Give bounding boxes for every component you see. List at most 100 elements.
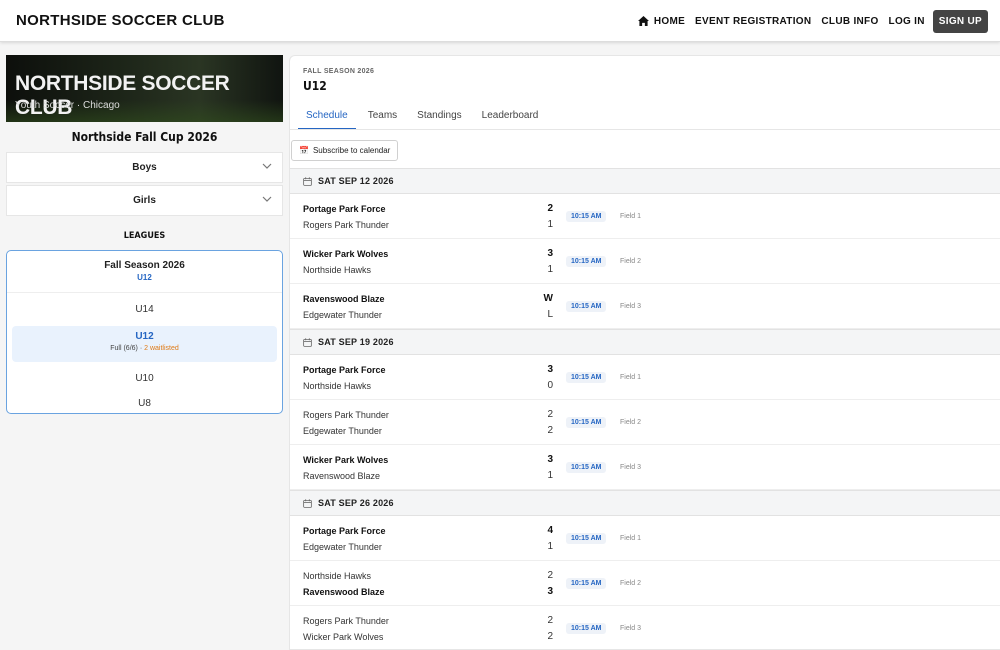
nav-club-info[interactable]: CLUB INFO (821, 16, 878, 27)
waitlist-count: 2 waitlisted (144, 345, 179, 352)
away-team: Northside Hawks (303, 381, 372, 391)
day-header: SAT SEP 19 2026 (290, 329, 1000, 355)
home-team: Portage Park Force (303, 365, 386, 375)
away-team: Edgewater Thunder (303, 426, 382, 436)
day-date: SAT SEP 26 2026 (318, 498, 394, 508)
home-score: 3 (547, 248, 553, 259)
tab-standings[interactable]: Standings (409, 104, 469, 130)
match-row[interactable]: Wicker Park Wolves Ravenswood Blaze 3 1 10:1… (290, 445, 1000, 490)
tab-teams[interactable]: Teams (360, 104, 405, 130)
page-title: U12 (303, 79, 327, 93)
tab-leaderboard[interactable]: Leaderboard (474, 104, 547, 130)
subscribe-calendar-button[interactable]: 📅 Subscribe to calendar (291, 140, 399, 161)
league-title: Fall Season 2026 (104, 260, 185, 271)
match-row[interactable]: Portage Park Force Northside Hawks 3 0 10:15… (290, 355, 1000, 400)
cup-title: Northside Fall Cup 2026 (71, 130, 218, 144)
league-item-u14[interactable]: U14 (7, 297, 282, 322)
tab-schedule[interactable]: Schedule (298, 104, 356, 130)
tab-bar: Schedule Teams Standings Leaderboard (298, 104, 550, 130)
home-team: Rogers Park Thunder (303, 410, 389, 420)
home-icon (637, 16, 649, 26)
away-team: Rogers Park Thunder (303, 220, 389, 230)
away-team: Edgewater Thunder (303, 310, 382, 320)
match-time-badge: 10:15 AM (566, 372, 607, 383)
chevron-down-icon (262, 163, 272, 169)
home-team: Portage Park Force (303, 526, 386, 536)
league-header: Fall Season 2026 U12 (7, 251, 282, 293)
match-row[interactable]: Wicker Park Wolves Northside Hawks 3 1 10:15… (290, 239, 1000, 284)
banner-subtitle: Youth Soccer · Chicago (15, 100, 120, 111)
field-label: Field 2 (620, 419, 642, 426)
match-time-badge: 10:15 AM (566, 462, 607, 473)
field-label: Field 2 (620, 258, 642, 265)
match-time-badge: 10:15 AM (566, 301, 607, 312)
match-row[interactable]: Ravenswood Blaze Edgewater Thunder W L 10:15… (290, 284, 1000, 329)
field-label: Field 3 (620, 303, 642, 310)
sidebar: NORTHSIDE SOCCER CLUB Youth Soccer · Chi… (6, 55, 283, 414)
brand-logo-text[interactable]: NORTHSIDE SOCCER CLUB (16, 12, 225, 29)
capacity-text: Full (6/6) (110, 345, 138, 352)
top-navbar: NORTHSIDE SOCCER CLUB HOME EVENT REGISTR… (0, 0, 1000, 42)
away-score: 1 (547, 541, 553, 552)
match-row[interactable]: Northside Hawks Ravenswood Blaze 2 3 10:15 A… (290, 561, 1000, 606)
leagues-heading: LEAGUES (123, 231, 166, 241)
division-accordion-boys[interactable]: Boys (6, 152, 283, 183)
away-score: 1 (547, 470, 553, 481)
match-time-badge: 10:15 AM (566, 211, 607, 222)
day-date: SAT SEP 12 2026 (318, 176, 394, 186)
league-selected-age: U12 (137, 273, 152, 282)
match-row[interactable]: Rogers Park Thunder Edgewater Thunder 2 2 10… (290, 400, 1000, 445)
tab-divider (290, 129, 1000, 130)
calendar-icon: 📅 (299, 146, 309, 155)
league-item-u12-active[interactable]: U12 Full (6/6) · 2 waitlisted (12, 326, 277, 362)
nav-event-registration[interactable]: EVENT REGISTRATION (695, 16, 811, 27)
away-score: 2 (547, 425, 553, 436)
home-score: 2 (547, 570, 553, 581)
home-score: 4 (547, 525, 553, 536)
field-label: Field 1 (620, 374, 642, 381)
day-date: SAT SEP 19 2026 (318, 337, 394, 347)
field-label: Field 1 (620, 535, 642, 542)
match-time-badge: 10:15 AM (566, 533, 607, 544)
league-selector: Fall Season 2026 U12 U14 U12 Full (6/6) … (6, 250, 283, 414)
nav-log-in[interactable]: LOG IN (889, 16, 925, 27)
sign-up-button[interactable]: SIGN UP (932, 9, 988, 33)
field-label: Field 3 (620, 464, 642, 471)
home-team: Rogers Park Thunder (303, 616, 389, 626)
division-label: Boys (132, 162, 157, 173)
home-team: Wicker Park Wolves (303, 249, 389, 259)
away-team: Ravenswood Blaze (303, 471, 381, 481)
away-score: 0 (547, 380, 553, 391)
club-banner: NORTHSIDE SOCCER CLUB Youth Soccer · Chi… (6, 55, 283, 122)
banner-title: NORTHSIDE SOCCER CLUB (15, 72, 230, 119)
schedule-list: SAT SEP 12 2026 Portage Park Force Rogers … (290, 168, 1000, 649)
home-score: W (543, 293, 553, 304)
home-score: 2 (547, 203, 553, 214)
away-team: Ravenswood Blaze (303, 587, 385, 597)
division-label: Girls (133, 195, 156, 206)
nav-home-label: HOME (653, 15, 686, 27)
away-score: 2 (547, 631, 553, 642)
match-row[interactable]: Portage Park Force Edgewater Thunder 4 1 10:… (290, 516, 1000, 561)
league-item-label: U12 (135, 331, 154, 342)
league-item-u8[interactable]: U8 (7, 391, 282, 416)
match-row[interactable]: Rogers Park Thunder Wicker Park Wolves 2 2 1… (290, 606, 1000, 649)
home-score: 2 (547, 615, 553, 626)
home-score: 2 (547, 409, 553, 420)
away-team: Wicker Park Wolves (303, 632, 384, 642)
main-nav: HOME EVENT REGISTRATION CLUB INFO LOG IN… (628, 9, 988, 33)
field-label: Field 2 (620, 580, 642, 587)
schedule-panel: FALL SEASON 2026 U12 Schedule Teams Stan… (289, 55, 1000, 650)
home-team: Ravenswood Blaze (303, 294, 385, 304)
home-team: Wicker Park Wolves (303, 455, 389, 465)
match-row[interactable]: Portage Park Force Rogers Park Thunder 2 1 1… (290, 194, 1000, 239)
league-item-u10[interactable]: U10 (7, 366, 282, 391)
home-score: 3 (547, 364, 553, 375)
calendar-icon (303, 337, 312, 347)
home-team: Northside Hawks (303, 571, 372, 581)
day-header: SAT SEP 26 2026 (290, 490, 1000, 516)
nav-home[interactable]: HOME (637, 15, 686, 27)
division-accordion-girls[interactable]: Girls (6, 185, 283, 216)
away-score: 3 (547, 586, 553, 597)
field-label: Field 3 (620, 625, 642, 632)
